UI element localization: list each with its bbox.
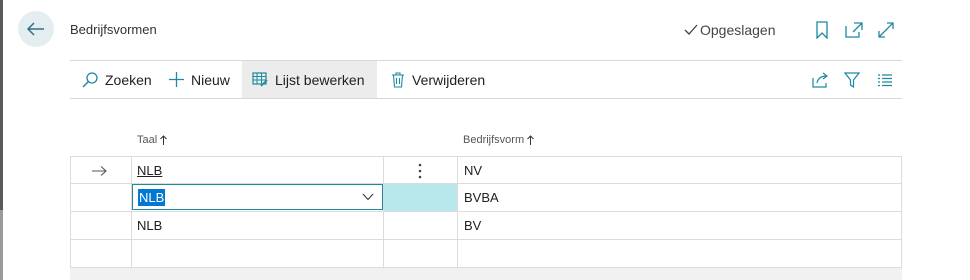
row-actions-icon[interactable] <box>414 157 426 184</box>
grid-line <box>383 156 384 268</box>
company-form-cell[interactable]: NV <box>464 157 482 184</box>
filter-icon[interactable] <box>843 71 861 89</box>
column-header-taal-label: Taal <box>137 134 158 146</box>
language-cell[interactable]: NLB <box>137 212 162 239</box>
saved-status-label: Opgeslagen <box>700 22 776 38</box>
language-cell[interactable]: NLB <box>137 157 162 184</box>
window-edge-lower <box>0 210 3 280</box>
new-button[interactable]: Nieuw <box>159 61 240 98</box>
column-header-bedrijfsvorm-label: Bedrijfsvorm <box>463 134 525 146</box>
expand-icon[interactable] <box>877 21 895 39</box>
data-grid: NLB NV NLB BVBA NLB BV <box>70 156 902 280</box>
sort-ascending-icon <box>160 135 168 145</box>
check-icon <box>684 24 698 35</box>
new-label: Nieuw <box>191 71 230 88</box>
chevron-down-icon[interactable] <box>362 193 374 201</box>
edit-list-label: Lijst bewerken <box>275 71 365 88</box>
arrow-left-icon <box>27 22 44 36</box>
delete-label: Verwijderen <box>412 71 486 88</box>
table-row[interactable]: NLB BVBA <box>70 184 902 212</box>
company-form-cell[interactable]: BVBA <box>464 184 499 211</box>
current-row-arrow-icon <box>92 157 108 184</box>
grid-line <box>901 156 902 268</box>
search-button[interactable]: Zoeken <box>72 61 162 98</box>
plus-icon <box>169 72 184 87</box>
open-new-window-icon[interactable] <box>845 21 863 39</box>
language-select-value: NLB <box>138 188 166 206</box>
table-row[interactable]: NLB NV <box>70 156 902 184</box>
grid-footer <box>70 268 902 280</box>
sort-ascending-icon <box>527 135 534 145</box>
back-button[interactable] <box>18 11 54 47</box>
active-cell-highlight <box>384 184 457 211</box>
search-label: Zoeken <box>105 71 152 88</box>
trash-icon <box>392 71 404 88</box>
column-header-bedrijfsvorm[interactable]: Bedrijfsvorm <box>463 134 534 146</box>
list-view-icon[interactable] <box>876 71 894 89</box>
action-bar: Zoeken Nieuw Lijst bewerken Verwijderen <box>70 60 902 99</box>
edit-list-button[interactable]: Lijst bewerken <box>242 61 377 98</box>
grid-line <box>131 156 132 268</box>
edit-list-icon <box>252 72 268 87</box>
bookmark-icon[interactable] <box>813 21 831 39</box>
company-form-cell[interactable]: BV <box>464 212 481 239</box>
share-icon[interactable] <box>811 71 829 89</box>
saved-status: Opgeslagen <box>684 22 776 38</box>
grid-line <box>457 156 458 268</box>
column-header-taal[interactable]: Taal <box>137 134 168 146</box>
page-title: Bedrijfsvormen <box>70 22 157 37</box>
grid-line <box>70 156 71 268</box>
delete-button[interactable]: Verwijderen <box>381 61 495 98</box>
search-icon <box>82 71 98 88</box>
empty-row[interactable] <box>70 240 902 268</box>
language-select[interactable]: NLB <box>132 184 383 210</box>
table-row[interactable]: NLB BV <box>70 212 902 240</box>
